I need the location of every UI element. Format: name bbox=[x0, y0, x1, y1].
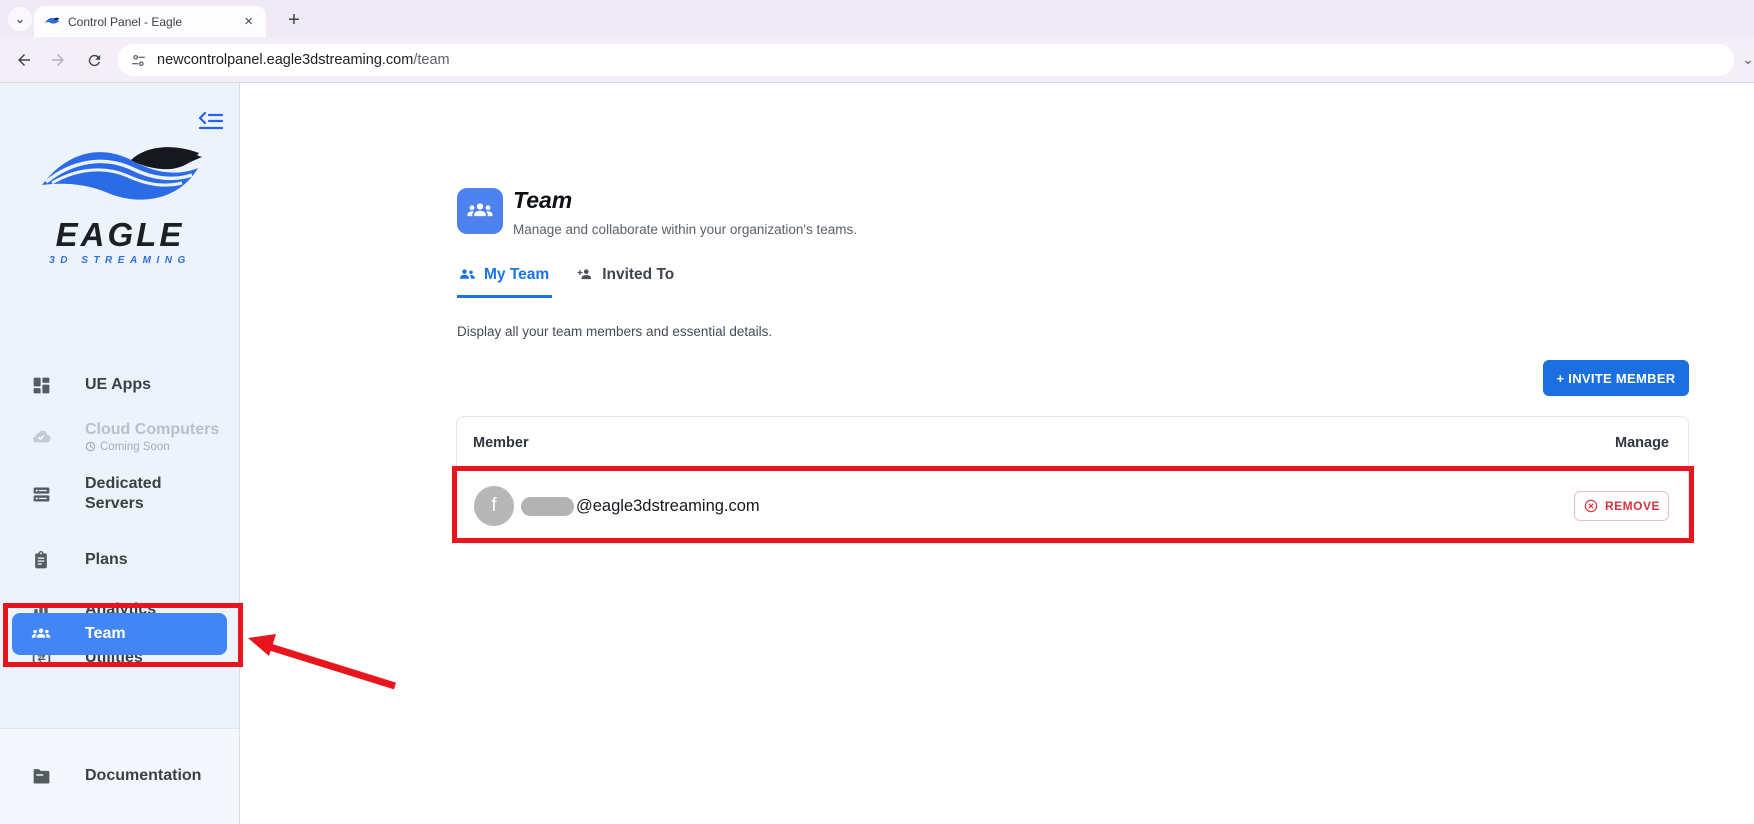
page-description: Display all your team members and essent… bbox=[457, 324, 772, 339]
sidebar-item-label: Documentation bbox=[85, 766, 201, 786]
url-bar[interactable]: newcontrolpanel.eagle3dstreaming.com/tea… bbox=[118, 44, 1734, 76]
back-button[interactable] bbox=[10, 46, 38, 74]
logo-wordmark: EAGLE bbox=[0, 218, 240, 251]
logo-tagline: 3D STREAMING bbox=[0, 255, 240, 266]
browser-tab[interactable]: Control Panel - Eagle × bbox=[34, 6, 266, 37]
sidebar-item-cloud-computers: Cloud Computers Coming Soon bbox=[16, 416, 224, 456]
sidebar-item-ue-apps[interactable]: UE Apps bbox=[16, 372, 224, 398]
page-subtitle: Manage and collaborate within your organ… bbox=[513, 222, 857, 237]
sidebar-item-label: Cloud Computers bbox=[85, 421, 219, 438]
coming-soon-badge: Coming Soon bbox=[85, 441, 219, 453]
refresh-button[interactable] bbox=[80, 46, 108, 74]
url-text: newcontrolpanel.eagle3dstreaming.com/tea… bbox=[157, 52, 450, 68]
tab-invited-to[interactable]: Invited To bbox=[575, 265, 674, 297]
url-path: /team bbox=[413, 52, 449, 68]
chevron-down-icon: ⌄ bbox=[15, 11, 26, 27]
sidebar-item-label: UE Apps bbox=[85, 375, 151, 395]
tab-search-button[interactable]: ⌄ bbox=[8, 7, 32, 31]
refresh-icon bbox=[86, 52, 103, 69]
sidebar-item-dedicated-servers[interactable]: Dedicated Servers bbox=[16, 470, 224, 518]
sidebar-item-label: Team bbox=[85, 624, 126, 644]
back-arrow-icon bbox=[15, 51, 33, 69]
forward-arrow-icon bbox=[49, 51, 67, 69]
collapse-sidebar-icon bbox=[198, 110, 224, 132]
tab-my-team[interactable]: My Team bbox=[457, 265, 549, 297]
site-settings-icon bbox=[130, 52, 147, 69]
site-favicon-icon bbox=[44, 14, 60, 30]
browser-toolbar: newcontrolpanel.eagle3dstreaming.com/tea… bbox=[0, 37, 1754, 83]
team-members-table: Member Manage f @eagle3dstreaming.com RE… bbox=[456, 416, 1689, 544]
tab-label: My Team bbox=[484, 266, 549, 284]
sidebar-item-documentation[interactable]: Documentation bbox=[16, 763, 224, 789]
servers-icon bbox=[30, 483, 52, 505]
sidebar: EAGLE 3D STREAMING UE Apps Cloud Compute… bbox=[0, 83, 240, 824]
sidebar-item-plans[interactable]: Plans bbox=[16, 547, 224, 573]
toolbar-chevron-icon[interactable]: ⌄ bbox=[1742, 51, 1754, 68]
new-tab-button[interactable]: + bbox=[280, 6, 308, 34]
people-icon bbox=[457, 265, 477, 285]
dashboard-grid-icon bbox=[30, 374, 52, 396]
person-add-icon bbox=[575, 265, 595, 285]
sidebar-item-team[interactable]: Team bbox=[12, 613, 227, 655]
active-tab-underline bbox=[457, 295, 552, 298]
tab-title: Control Panel - Eagle bbox=[68, 15, 233, 29]
remove-label: REMOVE bbox=[1605, 499, 1660, 513]
url-host: newcontrolpanel.eagle3dstreaming.com bbox=[157, 52, 413, 68]
redacted-username bbox=[521, 497, 574, 516]
avatar: f bbox=[474, 486, 514, 526]
tab-close-icon[interactable]: × bbox=[241, 13, 256, 30]
clipboard-icon bbox=[30, 549, 52, 571]
circle-x-icon bbox=[1583, 498, 1599, 514]
page-title: Team bbox=[513, 187, 572, 214]
eagle-logo-icon bbox=[38, 133, 203, 211]
team-tabs: My Team Invited To bbox=[457, 265, 674, 297]
sidebar-item-label: Plans bbox=[85, 550, 128, 570]
column-member: Member bbox=[473, 435, 529, 451]
clock-icon bbox=[85, 441, 96, 452]
app-logo: EAGLE 3D STREAMING bbox=[0, 133, 240, 266]
team-people-icon bbox=[30, 623, 52, 645]
remove-member-button[interactable]: REMOVE bbox=[1574, 491, 1669, 521]
table-header-row: Member Manage bbox=[457, 417, 1688, 469]
column-manage: Manage bbox=[1615, 435, 1669, 451]
browser-tab-strip: ⌄ Control Panel - Eagle × + bbox=[0, 0, 1754, 37]
invite-member-button[interactable]: + INVITE MEMBER bbox=[1543, 360, 1689, 396]
sidebar-item-label: Dedicated Servers bbox=[85, 474, 175, 514]
browser-window: ⌄ Control Panel - Eagle × + bbox=[0, 0, 1754, 824]
cloud-icon bbox=[30, 425, 52, 447]
member-email: @eagle3dstreaming.com bbox=[576, 497, 760, 516]
team-page-icon bbox=[457, 188, 503, 234]
sidebar-collapse-button[interactable] bbox=[198, 110, 224, 132]
plus-icon: + bbox=[288, 9, 300, 32]
forward-button[interactable] bbox=[44, 46, 72, 74]
folder-icon bbox=[30, 765, 52, 787]
table-row: f @eagle3dstreaming.com REMOVE bbox=[457, 469, 1688, 543]
main-content: Team Manage and collaborate within your … bbox=[240, 83, 1754, 824]
tab-label: Invited To bbox=[602, 266, 674, 284]
team-people-icon bbox=[465, 196, 495, 226]
